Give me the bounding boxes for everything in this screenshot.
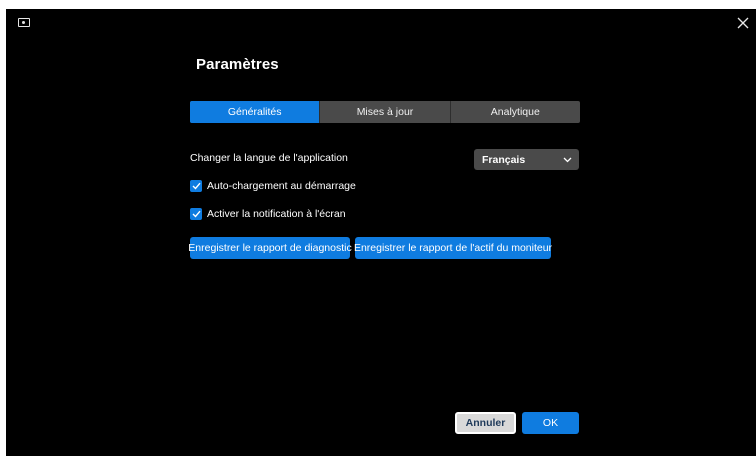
checkmark-icon [192, 210, 201, 218]
save-monitor-asset-report-button[interactable]: Enregistrer le rapport de l'actif du mon… [354, 237, 552, 259]
checkmark-icon [192, 182, 201, 190]
autoload-label: Auto-chargement au démarrage [207, 180, 356, 192]
language-label: Changer la langue de l'application [190, 152, 348, 164]
close-icon[interactable] [736, 16, 750, 30]
notification-label: Activer la notification à l'écran [207, 208, 346, 220]
settings-window: Paramètres Généralités Mises à jour Anal… [6, 9, 756, 456]
save-diagnostic-report-button[interactable]: Enregistrer le rapport de diagnostic [188, 237, 352, 259]
tab-updates[interactable]: Mises à jour [320, 101, 451, 123]
notification-option[interactable]: Activer la notification à l'écran [190, 208, 346, 220]
settings-tabs: Généralités Mises à jour Analytique [190, 101, 580, 123]
cancel-button[interactable]: Annuler [455, 412, 516, 434]
tab-analytics[interactable]: Analytique [451, 101, 580, 123]
autoload-checkbox[interactable] [190, 180, 202, 192]
notification-checkbox[interactable] [190, 208, 202, 220]
autoload-option[interactable]: Auto-chargement au démarrage [190, 180, 356, 192]
page-title: Paramètres [196, 56, 279, 73]
language-selected-value: Français [482, 153, 526, 166]
monitor-icon [18, 18, 30, 27]
tab-general[interactable]: Généralités [190, 101, 321, 123]
chevron-down-icon [563, 154, 572, 166]
language-dropdown[interactable]: Français [474, 149, 579, 170]
ok-button[interactable]: OK [522, 412, 579, 434]
